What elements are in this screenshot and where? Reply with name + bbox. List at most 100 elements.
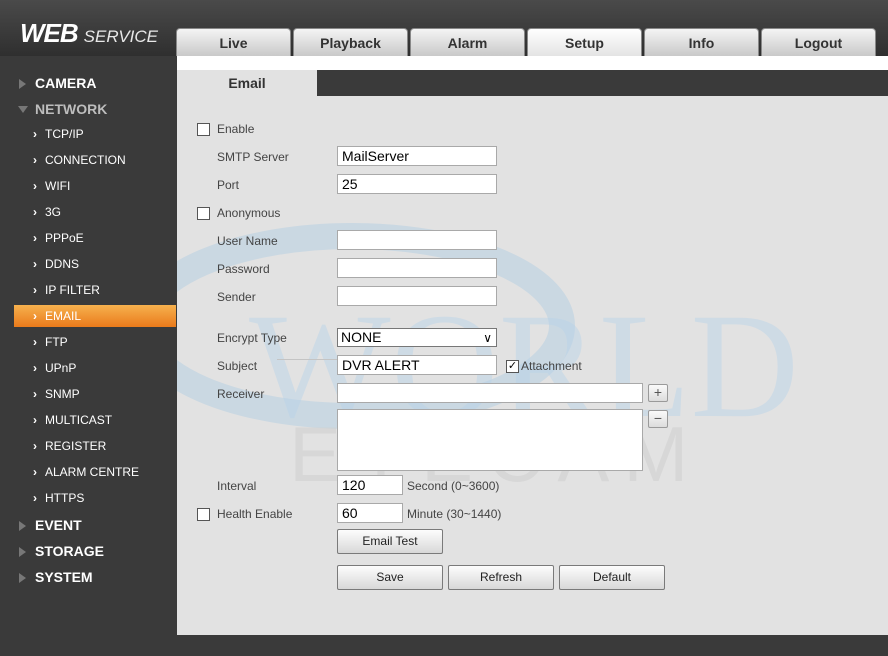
sidebar-item-multicast[interactable]: › MULTICAST <box>14 409 176 431</box>
receiver-input[interactable] <box>337 383 643 403</box>
refresh-button[interactable]: Refresh <box>448 565 554 590</box>
sidebar-item-label: IP FILTER <box>45 283 100 297</box>
collapsed-triangle-icon <box>19 79 26 89</box>
content-panel: Email WORLD EYECAM Enable SMTP Server Ma… <box>177 56 888 635</box>
collapsed-triangle-icon <box>19 573 26 583</box>
sidebar-group-camera[interactable]: CAMERA <box>4 70 176 96</box>
sidebar-group-label: NETWORK <box>35 101 108 117</box>
subject-label: Subject <box>217 359 258 373</box>
attachment-label: Attachment <box>521 359 582 373</box>
add-receiver-button[interactable]: + <box>648 384 668 402</box>
remove-receiver-button[interactable]: − <box>648 410 668 428</box>
tab-playback[interactable]: Playback <box>293 28 408 56</box>
sidebar: CAMERA NETWORK › TCP/IP › CONNECTION › WIFI… <box>4 56 176 636</box>
sidebar-item-pppoe[interactable]: › PPPoE <box>14 227 176 249</box>
sidebar-item-email[interactable]: › EMAIL <box>14 305 176 327</box>
sender-input[interactable] <box>337 286 497 306</box>
enable-checkbox[interactable] <box>197 123 210 136</box>
tab-alarm[interactable]: Alarm <box>410 28 525 56</box>
sidebar-item-upnp[interactable]: › UPnP <box>14 357 176 379</box>
receiver-label: Receiver <box>217 387 265 401</box>
health-enable-label: Health Enable <box>217 507 293 521</box>
password-input[interactable] <box>337 258 497 278</box>
enable-label: Enable <box>217 122 255 136</box>
smtp-server-label: SMTP Server <box>217 150 289 164</box>
port-input[interactable]: 25 <box>337 174 497 194</box>
sidebar-item-ip-filter[interactable]: › IP FILTER <box>14 279 176 301</box>
chevron-right-icon: › <box>33 283 37 297</box>
content-header: Email <box>177 70 888 96</box>
sidebar-group-label: STORAGE <box>35 543 104 559</box>
chevron-right-icon: › <box>33 335 37 349</box>
receiver-list[interactable] <box>337 409 643 471</box>
sidebar-item-ddns[interactable]: › DDNS <box>14 253 176 275</box>
sidebar-item-label: EMAIL <box>45 309 82 323</box>
health-enable-checkbox[interactable] <box>197 508 210 521</box>
health-interval-unit: Minute (30~1440) <box>407 507 502 521</box>
chevron-right-icon: › <box>33 179 37 193</box>
sidebar-item-register[interactable]: › REGISTER <box>14 435 176 457</box>
chevron-right-icon: › <box>33 439 37 453</box>
chevron-right-icon: › <box>33 491 37 505</box>
email-form: WORLD EYECAM Enable SMTP Server MailServ… <box>177 96 888 635</box>
tab-logout[interactable]: Logout <box>761 28 876 56</box>
sender-label: Sender <box>217 290 256 304</box>
chevron-right-icon: › <box>33 231 37 245</box>
chevron-right-icon: › <box>33 153 37 167</box>
sidebar-group-label: CAMERA <box>35 75 97 91</box>
email-test-button[interactable]: Email Test <box>337 529 443 554</box>
sidebar-item-label: PPPoE <box>45 231 84 245</box>
password-label: Password <box>217 262 270 276</box>
sidebar-item-https[interactable]: › HTTPS <box>14 487 176 509</box>
sidebar-item-label: TCP/IP <box>45 127 84 141</box>
encrypt-type-value: NONE <box>341 329 382 345</box>
sidebar-group-network[interactable]: NETWORK <box>4 96 176 122</box>
subject-input[interactable]: DVR ALERT <box>337 355 497 375</box>
collapsed-triangle-icon <box>19 547 26 557</box>
top-bar: WEB SERVICE Live Playback Alarm Setup Inf… <box>0 0 888 56</box>
interval-label: Interval <box>217 479 257 493</box>
health-interval-input[interactable]: 60 <box>337 503 403 523</box>
sidebar-item-alarm-centre[interactable]: › ALARM CENTRE <box>14 461 176 483</box>
encrypt-type-select[interactable]: NONE ∨ <box>337 328 497 347</box>
logo-sub: SERVICE <box>83 27 158 46</box>
attachment-checkbox[interactable]: ✓ <box>506 360 519 373</box>
tab-info[interactable]: Info <box>644 28 759 56</box>
tab-email[interactable]: Email <box>177 70 317 96</box>
smtp-server-input[interactable]: MailServer <box>337 146 497 166</box>
sidebar-item-label: DDNS <box>45 257 80 271</box>
port-label: Port <box>217 178 240 192</box>
chevron-right-icon: › <box>33 387 37 401</box>
default-button[interactable]: Default <box>559 565 665 590</box>
sidebar-group-storage[interactable]: STORAGE <box>4 538 176 564</box>
sidebar-item-ftp[interactable]: › FTP <box>14 331 176 353</box>
username-input[interactable] <box>337 230 497 250</box>
chevron-right-icon: › <box>33 205 37 219</box>
sidebar-item-label: HTTPS <box>45 491 85 505</box>
tab-setup[interactable]: Setup <box>527 28 642 56</box>
sidebar-item-label: UPnP <box>45 361 77 375</box>
sidebar-item-label: ALARM CENTRE <box>45 465 140 479</box>
sidebar-group-event[interactable]: EVENT <box>4 512 176 538</box>
interval-input[interactable]: 120 <box>337 475 403 495</box>
chevron-right-icon: › <box>33 465 37 479</box>
sidebar-group-label: SYSTEM <box>35 569 93 585</box>
sidebar-item-wifi[interactable]: › WIFI <box>14 175 176 197</box>
encrypt-type-label: Encrypt Type <box>217 331 287 345</box>
anonymous-checkbox[interactable] <box>197 207 210 220</box>
sidebar-item-label: FTP <box>45 335 68 349</box>
sidebar-group-system[interactable]: SYSTEM <box>4 564 176 590</box>
sidebar-item-3g[interactable]: › 3G <box>14 201 176 223</box>
sidebar-item-label: CONNECTION <box>45 153 126 167</box>
sidebar-item-label: WIFI <box>45 179 71 193</box>
chevron-right-icon: › <box>33 413 37 427</box>
chevron-down-icon: ∨ <box>483 331 492 345</box>
collapsed-triangle-icon <box>19 521 26 531</box>
sidebar-item-snmp[interactable]: › SNMP <box>14 383 176 405</box>
sidebar-item-tcpip[interactable]: › TCP/IP <box>14 123 176 145</box>
sidebar-item-label: SNMP <box>45 387 80 401</box>
save-button[interactable]: Save <box>337 565 443 590</box>
tab-live[interactable]: Live <box>176 28 291 56</box>
sidebar-item-connection[interactable]: › CONNECTION <box>14 149 176 171</box>
sidebar-item-label: MULTICAST <box>45 413 113 427</box>
